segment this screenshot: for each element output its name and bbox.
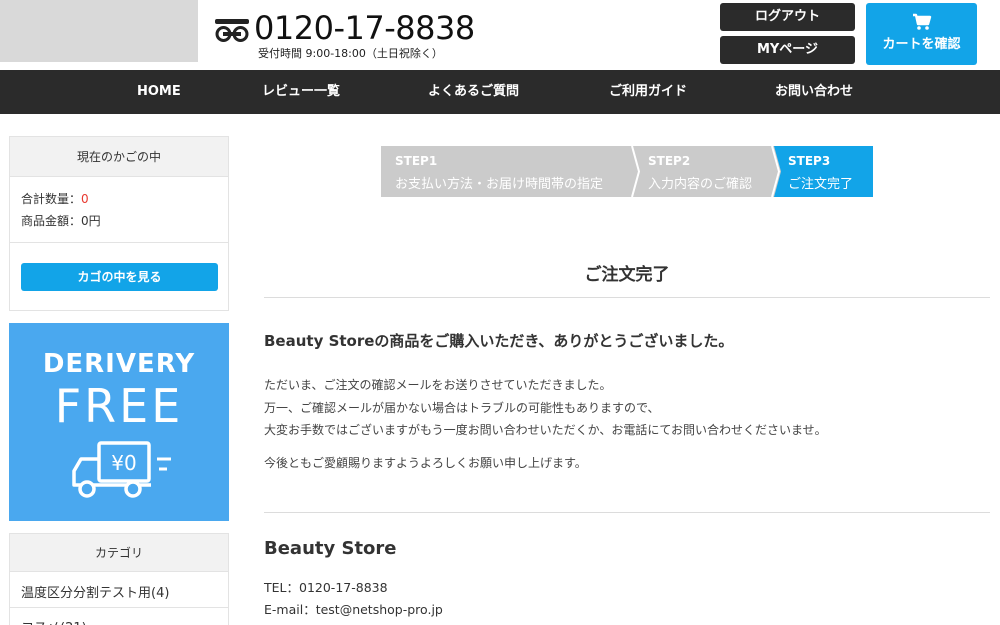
step-2-label: 入力内容のご確認 (648, 177, 753, 192)
confirmation-message-line: ただいま、ご注文の確認メールをお送りさせていただきました。 (264, 378, 612, 392)
cart-quantity: 合計数量：0 (21, 190, 89, 207)
title-divider (264, 297, 990, 298)
cart-total: 商品金額：0円 (21, 214, 101, 228)
step-2: STEP2 入力内容のご確認 (634, 146, 774, 197)
step-3: STEP3 ご注文完了 (774, 146, 873, 197)
site-header: 0120-17-8838 受付時間 9:00-18:00（土日祝除く） ログアウ… (0, 0, 1000, 70)
cart-quantity-label: 合計数量： (21, 192, 82, 206)
logout-button[interactable]: ログアウト (720, 3, 855, 31)
cart-divider (10, 242, 228, 243)
step-1: STEP1 お支払い方法・お届け時間帯の指定 (381, 146, 634, 197)
confirmation-message-line: 万一、ご確認メールが届かない場合はトラブルの可能性もありますので、 (264, 401, 660, 415)
sidebar-category-box: カテゴリ 温度区分分割テスト用(4) コスメ(21) (9, 533, 229, 625)
site-logo[interactable] (0, 0, 198, 62)
store-tel: TEL：0120-17-8838 (264, 580, 388, 595)
store-name: Beauty Store (264, 538, 397, 559)
delivery-truck-icon: ¥0 (72, 441, 171, 498)
sidebar-category-heading: カテゴリ (10, 534, 228, 572)
step-chevron (627, 146, 641, 197)
free-delivery-banner[interactable]: DERIVERY FREE ¥0 (9, 323, 229, 521)
thanks-message: Beauty Storeの商品をご購入いただき、ありがとうございました。 (264, 332, 734, 350)
category-item[interactable]: コスメ(21) (21, 617, 87, 625)
step-3-label: ご注文完了 (788, 177, 854, 192)
nav-item-home[interactable]: HOME (137, 70, 181, 114)
cart-button[interactable]: カートを確認 (866, 3, 977, 65)
step-1-number: STEP1 (395, 154, 438, 168)
phone-hours: 受付時間 9:00-18:00（土日祝除く） (258, 47, 443, 60)
store-divider (264, 512, 990, 513)
banner-line2: FREE (54, 379, 184, 433)
sidebar-cart-heading: 現在のかごの中 (10, 137, 228, 177)
mypage-button[interactable]: MYページ (720, 36, 855, 64)
confirmation-message-line: 大変お手数ではございますがもう一度お問い合わせいただくか、お電話にてお問い合わせ… (264, 423, 827, 437)
banner-price: ¥0 (111, 451, 136, 475)
step-2-number: STEP2 (648, 154, 691, 168)
global-nav: HOME レビュー一覧 よくあるご質問 ご利用ガイド お問い合わせ (0, 70, 1000, 114)
nav-item-faq[interactable]: よくあるご質問 (428, 70, 519, 114)
sidebar-cart-box: 現在のかごの中 合計数量：0 商品金額：0円 カゴの中を見る (9, 136, 229, 311)
page-title: ご注文完了 (584, 265, 670, 285)
cart-quantity-value: 0 (81, 192, 89, 206)
step-chevron (767, 146, 781, 197)
closing-message: 今後ともご愛顧賜りますようよろしくお願い申し上げます。 (264, 456, 587, 470)
nav-item-guide[interactable]: ご利用ガイド (609, 70, 687, 114)
nav-item-contact[interactable]: お問い合わせ (775, 70, 853, 114)
cart-button-label: カートを確認 (882, 37, 961, 52)
cart-icon (912, 13, 931, 30)
store-email[interactable]: E-mail：test@netshop-pro.jp (264, 599, 443, 618)
step-3-number: STEP3 (788, 154, 831, 168)
banner-line1: DERIVERY (42, 349, 196, 379)
step-1-label: お支払い方法・お届け時間帯の指定 (395, 177, 604, 192)
category-item[interactable]: 温度区分分割テスト用(4) (21, 582, 169, 601)
category-divider (10, 607, 228, 608)
nav-item-reviews[interactable]: レビュー一覧 (262, 70, 340, 114)
view-cart-button[interactable]: カゴの中を見る (21, 263, 218, 291)
phone-number: 0120-17-8838 (254, 9, 475, 47)
free-dial-icon (215, 19, 249, 42)
